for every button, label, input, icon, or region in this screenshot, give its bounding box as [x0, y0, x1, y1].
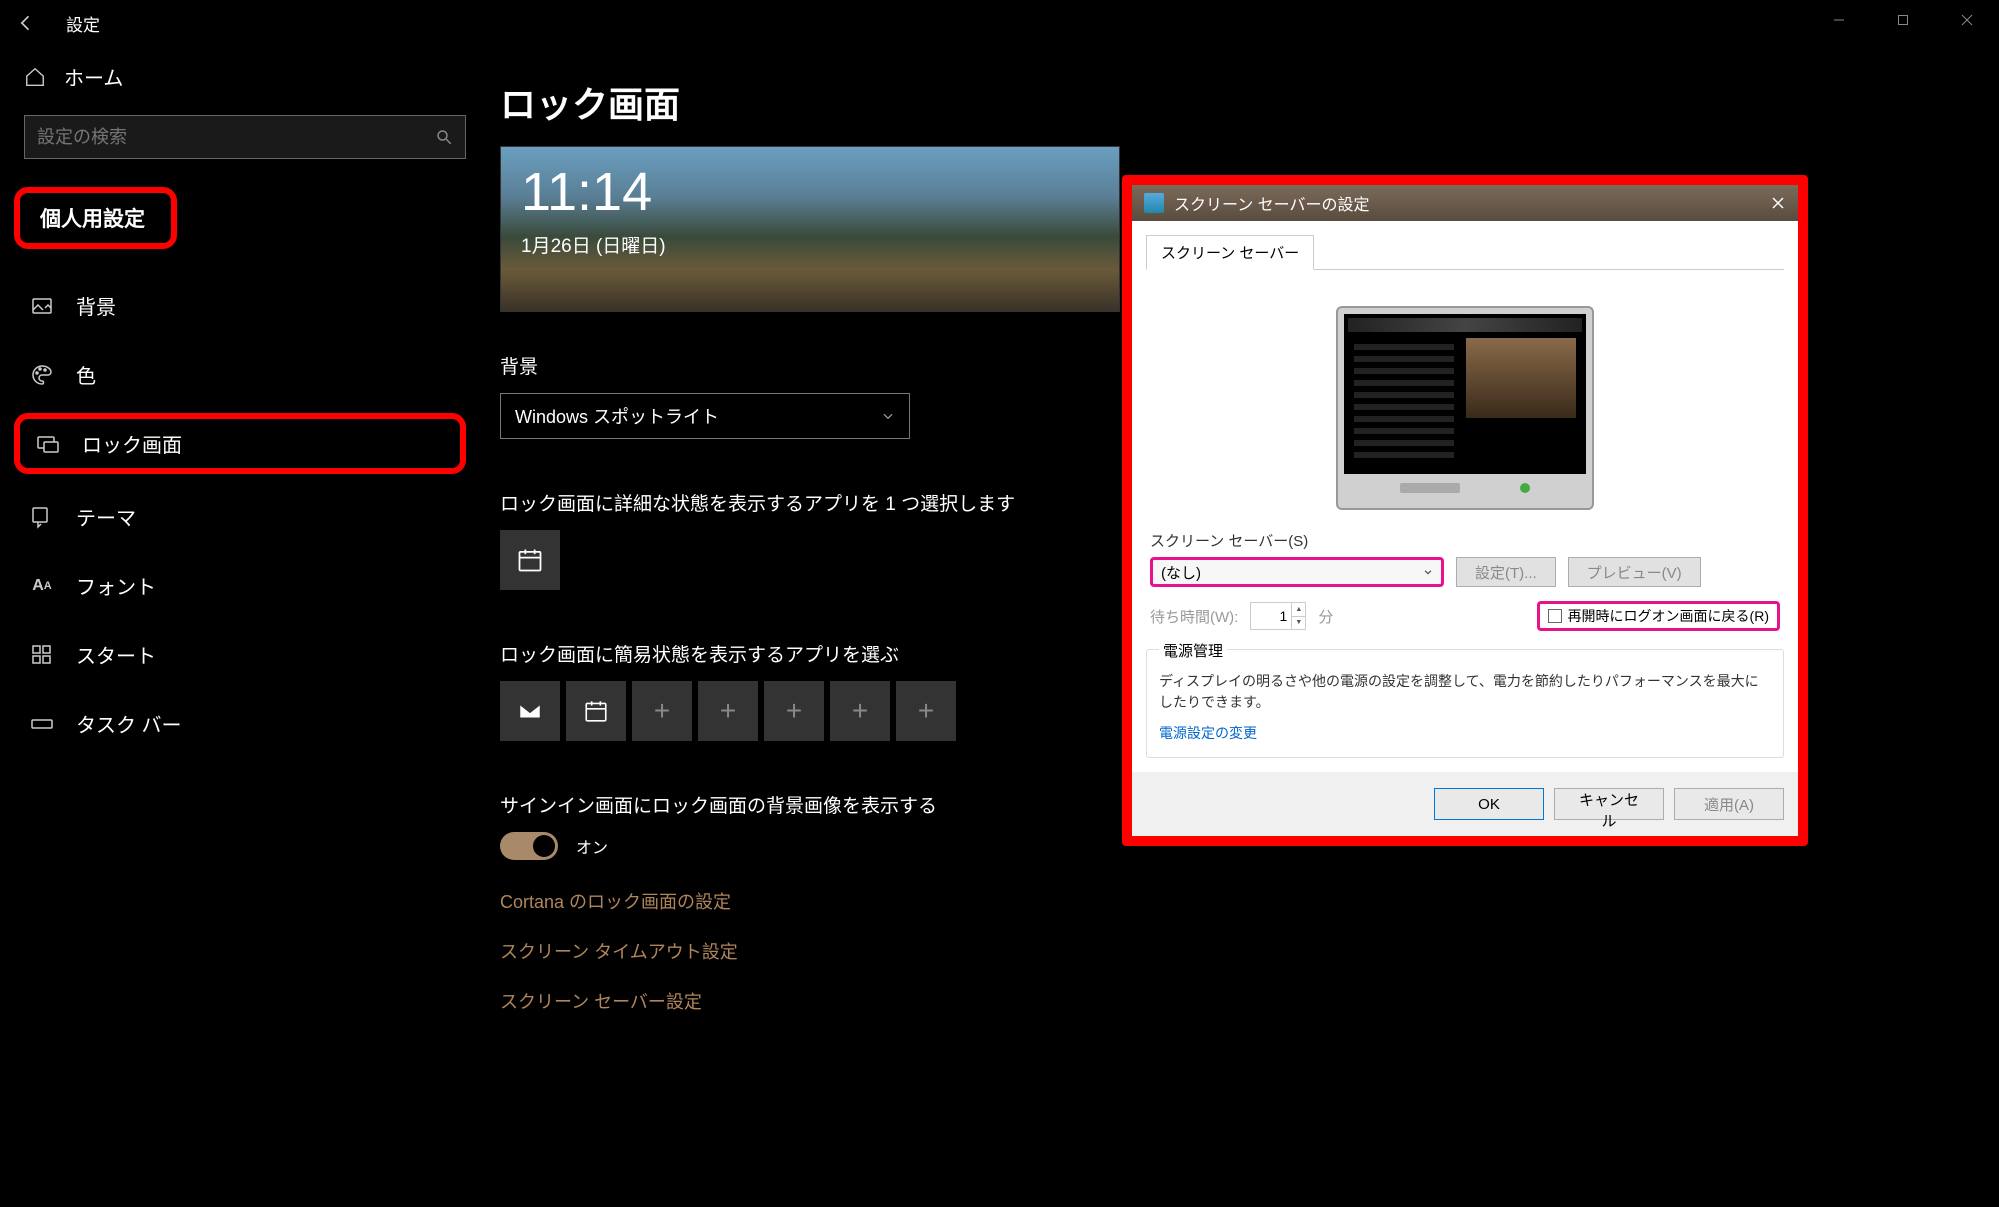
apply-button[interactable]: 適用(A) [1674, 788, 1784, 820]
wait-unit: 分 [1318, 606, 1333, 627]
resume-checkbox[interactable] [1548, 609, 1562, 623]
nav-item-taskbar[interactable]: タスク バー [24, 693, 466, 754]
nav-label: 色 [76, 360, 96, 389]
signinbg-toggle[interactable] [500, 832, 558, 860]
wait-time-input[interactable]: 1 ▲▼ [1250, 602, 1306, 630]
power-desc: ディスプレイの明るさや他の電源の設定を調整して、電力を節約したりパフォーマンスを… [1159, 671, 1771, 713]
search-icon [435, 128, 453, 146]
search-input[interactable] [37, 127, 435, 148]
power-group: 電源管理 ディスプレイの明るさや他の電源の設定を調整して、電力を節約したりパフォ… [1146, 649, 1784, 758]
dialog-icon [1144, 193, 1164, 213]
titlebar: 設定 [0, 0, 1999, 46]
nav-item-start[interactable]: スタート [24, 624, 466, 685]
quick-app-add-4[interactable]: + [830, 681, 890, 741]
nav-item-fonts[interactable]: AA フォント [24, 555, 466, 616]
background-dropdown[interactable]: Windows スポットライト [500, 393, 910, 439]
resume-checkbox-wrap[interactable]: 再開時にログオン画面に戻る(R) [1537, 601, 1780, 631]
wait-value: 1 [1251, 603, 1291, 629]
home-link[interactable]: ホーム [24, 62, 466, 91]
spin-down[interactable]: ▼ [1291, 617, 1305, 630]
preview-date: 1月26日 (日曜日) [521, 231, 666, 258]
nav-item-colors[interactable]: 色 [24, 344, 466, 405]
quick-app-add-3[interactable]: + [764, 681, 824, 741]
minimize-button[interactable] [1807, 0, 1871, 40]
close-button[interactable] [1935, 0, 1999, 40]
search-box[interactable] [24, 115, 466, 159]
back-button[interactable] [16, 13, 36, 33]
window-title: 設定 [66, 11, 100, 36]
dialog-close-button[interactable] [1766, 191, 1790, 215]
link-screensaver[interactable]: スクリーン セーバー設定 [500, 988, 1989, 1014]
brush-icon [30, 505, 54, 529]
lock-screen-icon [36, 432, 60, 456]
dialog-titlebar[interactable]: スクリーン セーバーの設定 [1132, 185, 1798, 221]
sidebar: ホーム 個人用設定 背景 色 [0, 46, 490, 1207]
nav-label: 背景 [76, 291, 116, 320]
nav-item-lockscreen[interactable]: ロック画面 [30, 425, 444, 462]
nav-label: タスク バー [76, 709, 182, 738]
page-title: ロック画面 [500, 76, 1989, 128]
screensaver-select[interactable]: (なし) [1150, 557, 1444, 587]
dialog-tab-screensaver[interactable]: スクリーン セーバー [1146, 235, 1314, 270]
spin-up[interactable]: ▲ [1291, 603, 1305, 617]
lockscreen-preview[interactable]: 11:14 1月26日 (日曜日) [500, 146, 1120, 312]
font-icon: AA [30, 574, 54, 598]
cancel-button[interactable]: キャンセル [1554, 788, 1664, 820]
dropdown-value: Windows スポットライト [515, 403, 719, 429]
monitor-preview [1146, 280, 1784, 530]
ok-button[interactable]: OK [1434, 788, 1544, 820]
quick-app-mail[interactable] [500, 681, 560, 741]
home-icon [24, 66, 46, 88]
quick-app-add-1[interactable]: + [632, 681, 692, 741]
taskbar-icon [30, 712, 54, 736]
nav-item-themes[interactable]: テーマ [24, 486, 466, 547]
palette-icon [30, 363, 54, 387]
chevron-down-icon [881, 409, 895, 423]
maximize-button[interactable] [1871, 0, 1935, 40]
power-link[interactable]: 電源設定の変更 [1159, 723, 1771, 743]
link-timeout[interactable]: スクリーン タイムアウト設定 [500, 938, 1989, 964]
nav-label: テーマ [76, 502, 136, 531]
quick-app-add-5[interactable]: + [896, 681, 956, 741]
nav-label: フォント [76, 571, 156, 600]
nav-item-background[interactable]: 背景 [24, 275, 466, 336]
screensaver-settings-button[interactable]: 設定(T)... [1456, 557, 1556, 587]
preview-time: 11:14 [521, 161, 652, 223]
power-title: 電源管理 [1159, 643, 1227, 660]
dialog-title-text: スクリーン セーバーの設定 [1174, 191, 1370, 215]
category-label: 個人用設定 [30, 199, 155, 237]
screensaver-select-label: スクリーン セーバー(S) [1146, 530, 1784, 551]
nav-label: ロック画面 [82, 429, 182, 458]
screensaver-dialog: スクリーン セーバーの設定 スクリーン セーバー スクリーン セーバー(S) (… [1132, 185, 1798, 836]
picture-icon [30, 294, 54, 318]
detail-app-calendar[interactable] [500, 530, 560, 590]
home-label: ホーム [64, 62, 123, 91]
nav-label: スタート [76, 640, 156, 669]
chevron-down-icon [1423, 567, 1433, 577]
screensaver-preview-button[interactable]: プレビュー(V) [1568, 557, 1701, 587]
wait-label: 待ち時間(W): [1150, 606, 1238, 627]
start-icon [30, 643, 54, 667]
dialog-footer: OK キャンセル 適用(A) [1132, 772, 1798, 836]
quick-app-calendar[interactable] [566, 681, 626, 741]
resume-label: 再開時にログオン画面に戻る(R) [1568, 606, 1769, 626]
quick-app-add-2[interactable]: + [698, 681, 758, 741]
link-cortana[interactable]: Cortana のロック画面の設定 [500, 888, 1989, 914]
toggle-state: オン [576, 834, 608, 858]
screensaver-dialog-highlight: スクリーン セーバーの設定 スクリーン セーバー スクリーン セーバー(S) (… [1122, 175, 1808, 846]
screensaver-value: (なし) [1161, 562, 1201, 583]
